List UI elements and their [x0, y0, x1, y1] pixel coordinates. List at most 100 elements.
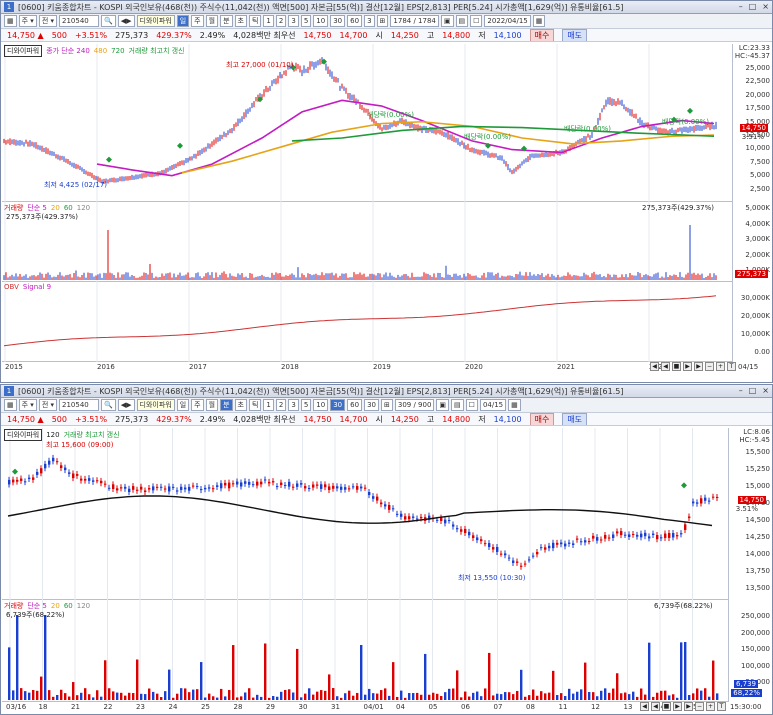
save-icon[interactable]: ▤: [455, 15, 469, 27]
minute-2[interactable]: 2: [275, 399, 287, 411]
candle-body: [276, 486, 279, 488]
zoom-icon[interactable]: ▣: [440, 15, 454, 27]
lock-icon[interactable]: ⊞: [376, 15, 389, 27]
reset-icon[interactable]: T: [717, 702, 726, 711]
period-count[interactable]: 30: [364, 399, 379, 411]
prev-next-icon[interactable]: ◀▶: [117, 15, 135, 27]
scroll-next-icon[interactable]: ▶: [683, 362, 692, 371]
scroll-last-icon[interactable]: ▶: [684, 702, 693, 711]
period-day[interactable]: 일: [176, 399, 190, 411]
stock-type[interactable]: 주 ▾: [18, 15, 37, 27]
period-month[interactable]: 월: [205, 399, 219, 411]
volume-bar: [564, 696, 567, 700]
count-input[interactable]: 1784 / 1784: [390, 15, 439, 27]
volume-bar: [588, 692, 591, 700]
calendar-icon[interactable]: ▦: [508, 399, 521, 411]
minute-5[interactable]: 5: [300, 399, 312, 411]
period-week[interactable]: 주: [191, 15, 204, 27]
close-icon[interactable]: ×: [762, 386, 769, 395]
volume-bar: [308, 688, 311, 700]
minute-1[interactable]: 1: [263, 399, 274, 411]
zoom-out-icon[interactable]: −: [705, 362, 714, 371]
period-tick[interactable]: 틱: [248, 399, 262, 411]
count-input[interactable]: 309 / 900: [394, 399, 435, 411]
market-type[interactable]: 전 ▾: [38, 15, 57, 27]
minute-1[interactable]: 1: [263, 15, 274, 27]
minute-3[interactable]: 3: [288, 399, 299, 411]
grid-icon[interactable]: ▦: [4, 399, 17, 411]
date-input[interactable]: 04/15: [479, 399, 507, 411]
top-title-bar[interactable]: 1 [0600] 키움종합차트 - KOSPI 외국인보유(468(천)) 주식…: [1, 1, 772, 14]
scroll-first-icon[interactable]: ◀: [640, 702, 649, 711]
market-type[interactable]: 전 ▾: [38, 399, 57, 411]
minute-10[interactable]: 10: [313, 399, 329, 411]
maximize-icon[interactable]: □: [749, 2, 757, 11]
minute-60[interactable]: 60: [347, 15, 363, 27]
minute-3[interactable]: 3: [288, 15, 299, 27]
scroll-last-icon[interactable]: ▶: [694, 362, 703, 371]
close-icon[interactable]: ×: [762, 2, 769, 11]
stock-name[interactable]: 디와이파워: [136, 15, 175, 27]
maximize-icon[interactable]: □: [749, 386, 757, 395]
candle-body: [520, 565, 523, 567]
period-week[interactable]: 주: [191, 399, 204, 411]
search-icon[interactable]: 🔍: [101, 15, 116, 27]
lock-icon[interactable]: ⊞: [380, 399, 393, 411]
window-number-2: 1: [4, 386, 14, 396]
minute-60[interactable]: 60: [347, 399, 363, 411]
period-count[interactable]: 3: [364, 15, 375, 27]
top-toolbar: ▦ 주 ▾ 전 ▾ 210540 🔍 ◀▶ 디와이파워 일 주 월 분 초 틱 …: [1, 14, 772, 29]
period-second[interactable]: 초: [234, 399, 247, 411]
last-pct-tag: 3.51%: [741, 133, 764, 141]
scroll-prev-icon[interactable]: ◀: [651, 702, 660, 711]
code-input[interactable]: 210540: [59, 15, 99, 27]
bottom-title-bar[interactable]: 1 [0600] 키움종합차트 - KOSPI 외국인보유(468(천)) 주식…: [1, 385, 772, 398]
scroll-next-icon[interactable]: ▶: [673, 702, 682, 711]
code-input[interactable]: 210540: [59, 399, 99, 411]
zoom-in-icon[interactable]: +: [716, 362, 725, 371]
minimize-icon[interactable]: –: [739, 386, 743, 395]
volume-bar: [612, 688, 615, 700]
scroll-stop-icon[interactable]: ■: [672, 362, 681, 371]
minute-2[interactable]: 2: [275, 15, 287, 27]
buy-button[interactable]: 매수: [529, 29, 555, 41]
scroll-prev-icon[interactable]: ◀: [661, 362, 670, 371]
stock-name[interactable]: 디와이파워: [136, 399, 175, 411]
reset-icon[interactable]: T: [727, 362, 736, 371]
checkbox[interactable]: ☐: [470, 15, 483, 27]
zoom-out-icon[interactable]: −: [695, 702, 704, 711]
search-icon[interactable]: 🔍: [101, 399, 116, 411]
period-day[interactable]: 일: [176, 15, 190, 27]
period-month[interactable]: 월: [205, 15, 219, 27]
scroll-stop-icon[interactable]: ■: [662, 702, 671, 711]
date-input[interactable]: 2022/04/15: [484, 15, 531, 27]
minute-10[interactable]: 10: [313, 15, 329, 27]
volume-bar: [312, 694, 315, 700]
zoom-icon[interactable]: ▣: [436, 399, 450, 411]
candle-body: [716, 496, 719, 498]
bottom-chart-area[interactable]: 디와이파워 120 거래량 최고치 갱신 LC:8.06 HC:-5.45 15…: [2, 428, 772, 714]
minute-30[interactable]: 30: [330, 399, 346, 411]
period-minute[interactable]: 분: [220, 15, 233, 27]
buy-button[interactable]: 매수: [529, 413, 555, 425]
checkbox[interactable]: ☐: [465, 399, 478, 411]
volume-bar: [592, 692, 595, 700]
sell-button[interactable]: 매도: [562, 29, 588, 41]
top-chart-area[interactable]: 디와이파워 종가 단순 240 480 720 거래량 최고치 갱신 LC:23…: [2, 44, 772, 374]
scroll-first-icon[interactable]: ◀: [650, 362, 659, 371]
minute-5[interactable]: 5: [300, 15, 312, 27]
volume-bar: [276, 696, 279, 700]
grid-icon[interactable]: ▦: [4, 15, 17, 27]
stock-type[interactable]: 주 ▾: [18, 399, 37, 411]
calendar-icon[interactable]: ▦: [532, 15, 546, 27]
minimize-icon[interactable]: –: [739, 2, 743, 11]
prev-next-icon[interactable]: ◀▶: [117, 399, 135, 411]
period-minute[interactable]: 분: [220, 399, 233, 411]
sell-button[interactable]: 매도: [562, 413, 588, 425]
period-second[interactable]: 초: [234, 15, 247, 27]
save-icon[interactable]: ▤: [451, 399, 464, 411]
period-tick[interactable]: 틱: [248, 15, 262, 27]
minute-30[interactable]: 30: [330, 15, 346, 27]
zoom-in-icon[interactable]: +: [706, 702, 715, 711]
candle-body: [612, 534, 615, 538]
